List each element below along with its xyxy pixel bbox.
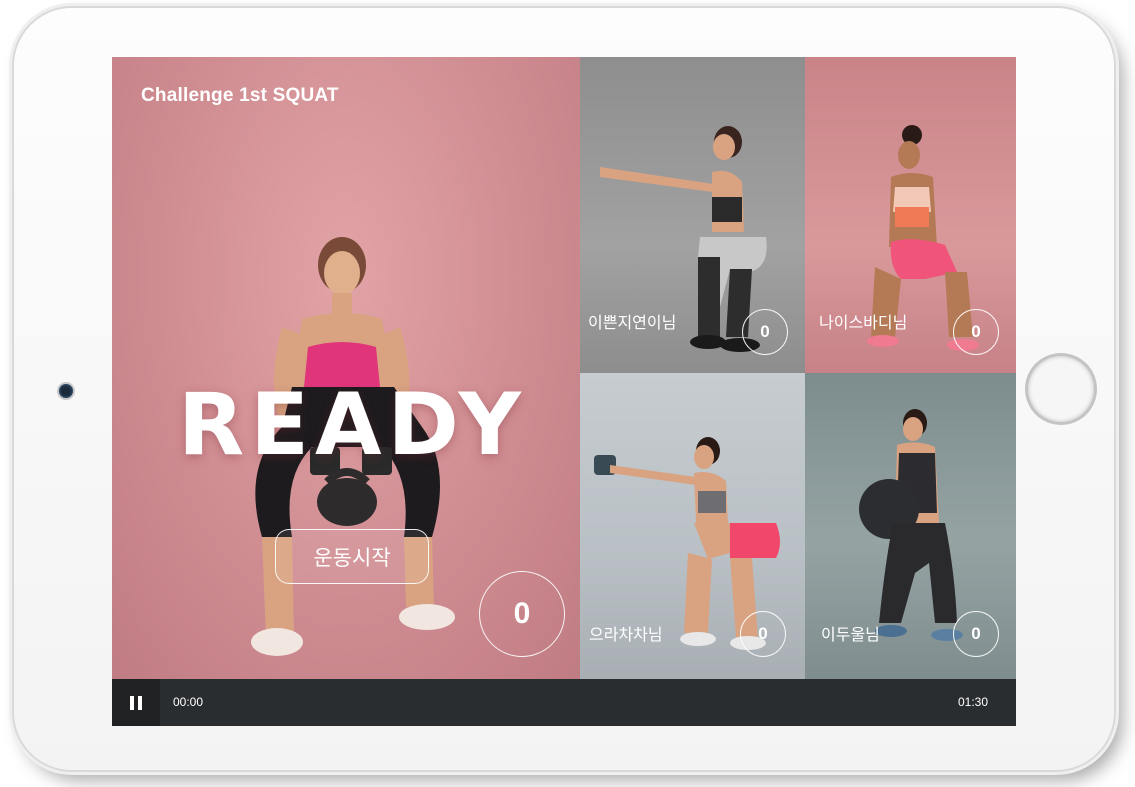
- player-control-bar: 00:00 01:30: [112, 679, 1016, 726]
- participant-name: 이두울님: [821, 625, 880, 644]
- participant-tile: 이쁜지연이님 0: [580, 57, 805, 373]
- participant-rep-counter: 0: [740, 611, 786, 657]
- participant-rep-counter: 0: [953, 611, 999, 657]
- camera-icon: [59, 384, 73, 398]
- home-button[interactable]: [1028, 356, 1094, 422]
- elapsed-time: 00:00: [173, 695, 204, 709]
- participant-name: 나이스바디님: [819, 313, 908, 332]
- total-time: 01:30: [957, 695, 988, 709]
- participant-tile: 이두울님 0: [805, 373, 1016, 679]
- participant-tile: 으라차차님 0: [580, 373, 805, 679]
- pause-icon: [130, 695, 142, 710]
- participant-name: 이쁜지연이님: [588, 313, 677, 332]
- participant-tile: 나이스바디님 0: [805, 57, 1016, 373]
- participant-name: 으라차차님: [589, 625, 663, 644]
- participant-rep-counter: 0: [953, 309, 999, 355]
- main-video-panel: Challenge 1st SQUAT READY 운동시작 0: [112, 57, 580, 679]
- main-rep-counter: 0: [479, 571, 565, 657]
- start-workout-button[interactable]: 운동시작: [275, 529, 429, 584]
- pause-button[interactable]: [112, 679, 160, 726]
- ready-status-text: READY: [178, 375, 527, 475]
- challenge-title: Challenge 1st SQUAT: [141, 85, 339, 106]
- participant-rep-counter: 0: [742, 309, 788, 355]
- app-screen: Challenge 1st SQUAT READY 운동시작 0 이쁜지연이님 …: [112, 57, 1016, 726]
